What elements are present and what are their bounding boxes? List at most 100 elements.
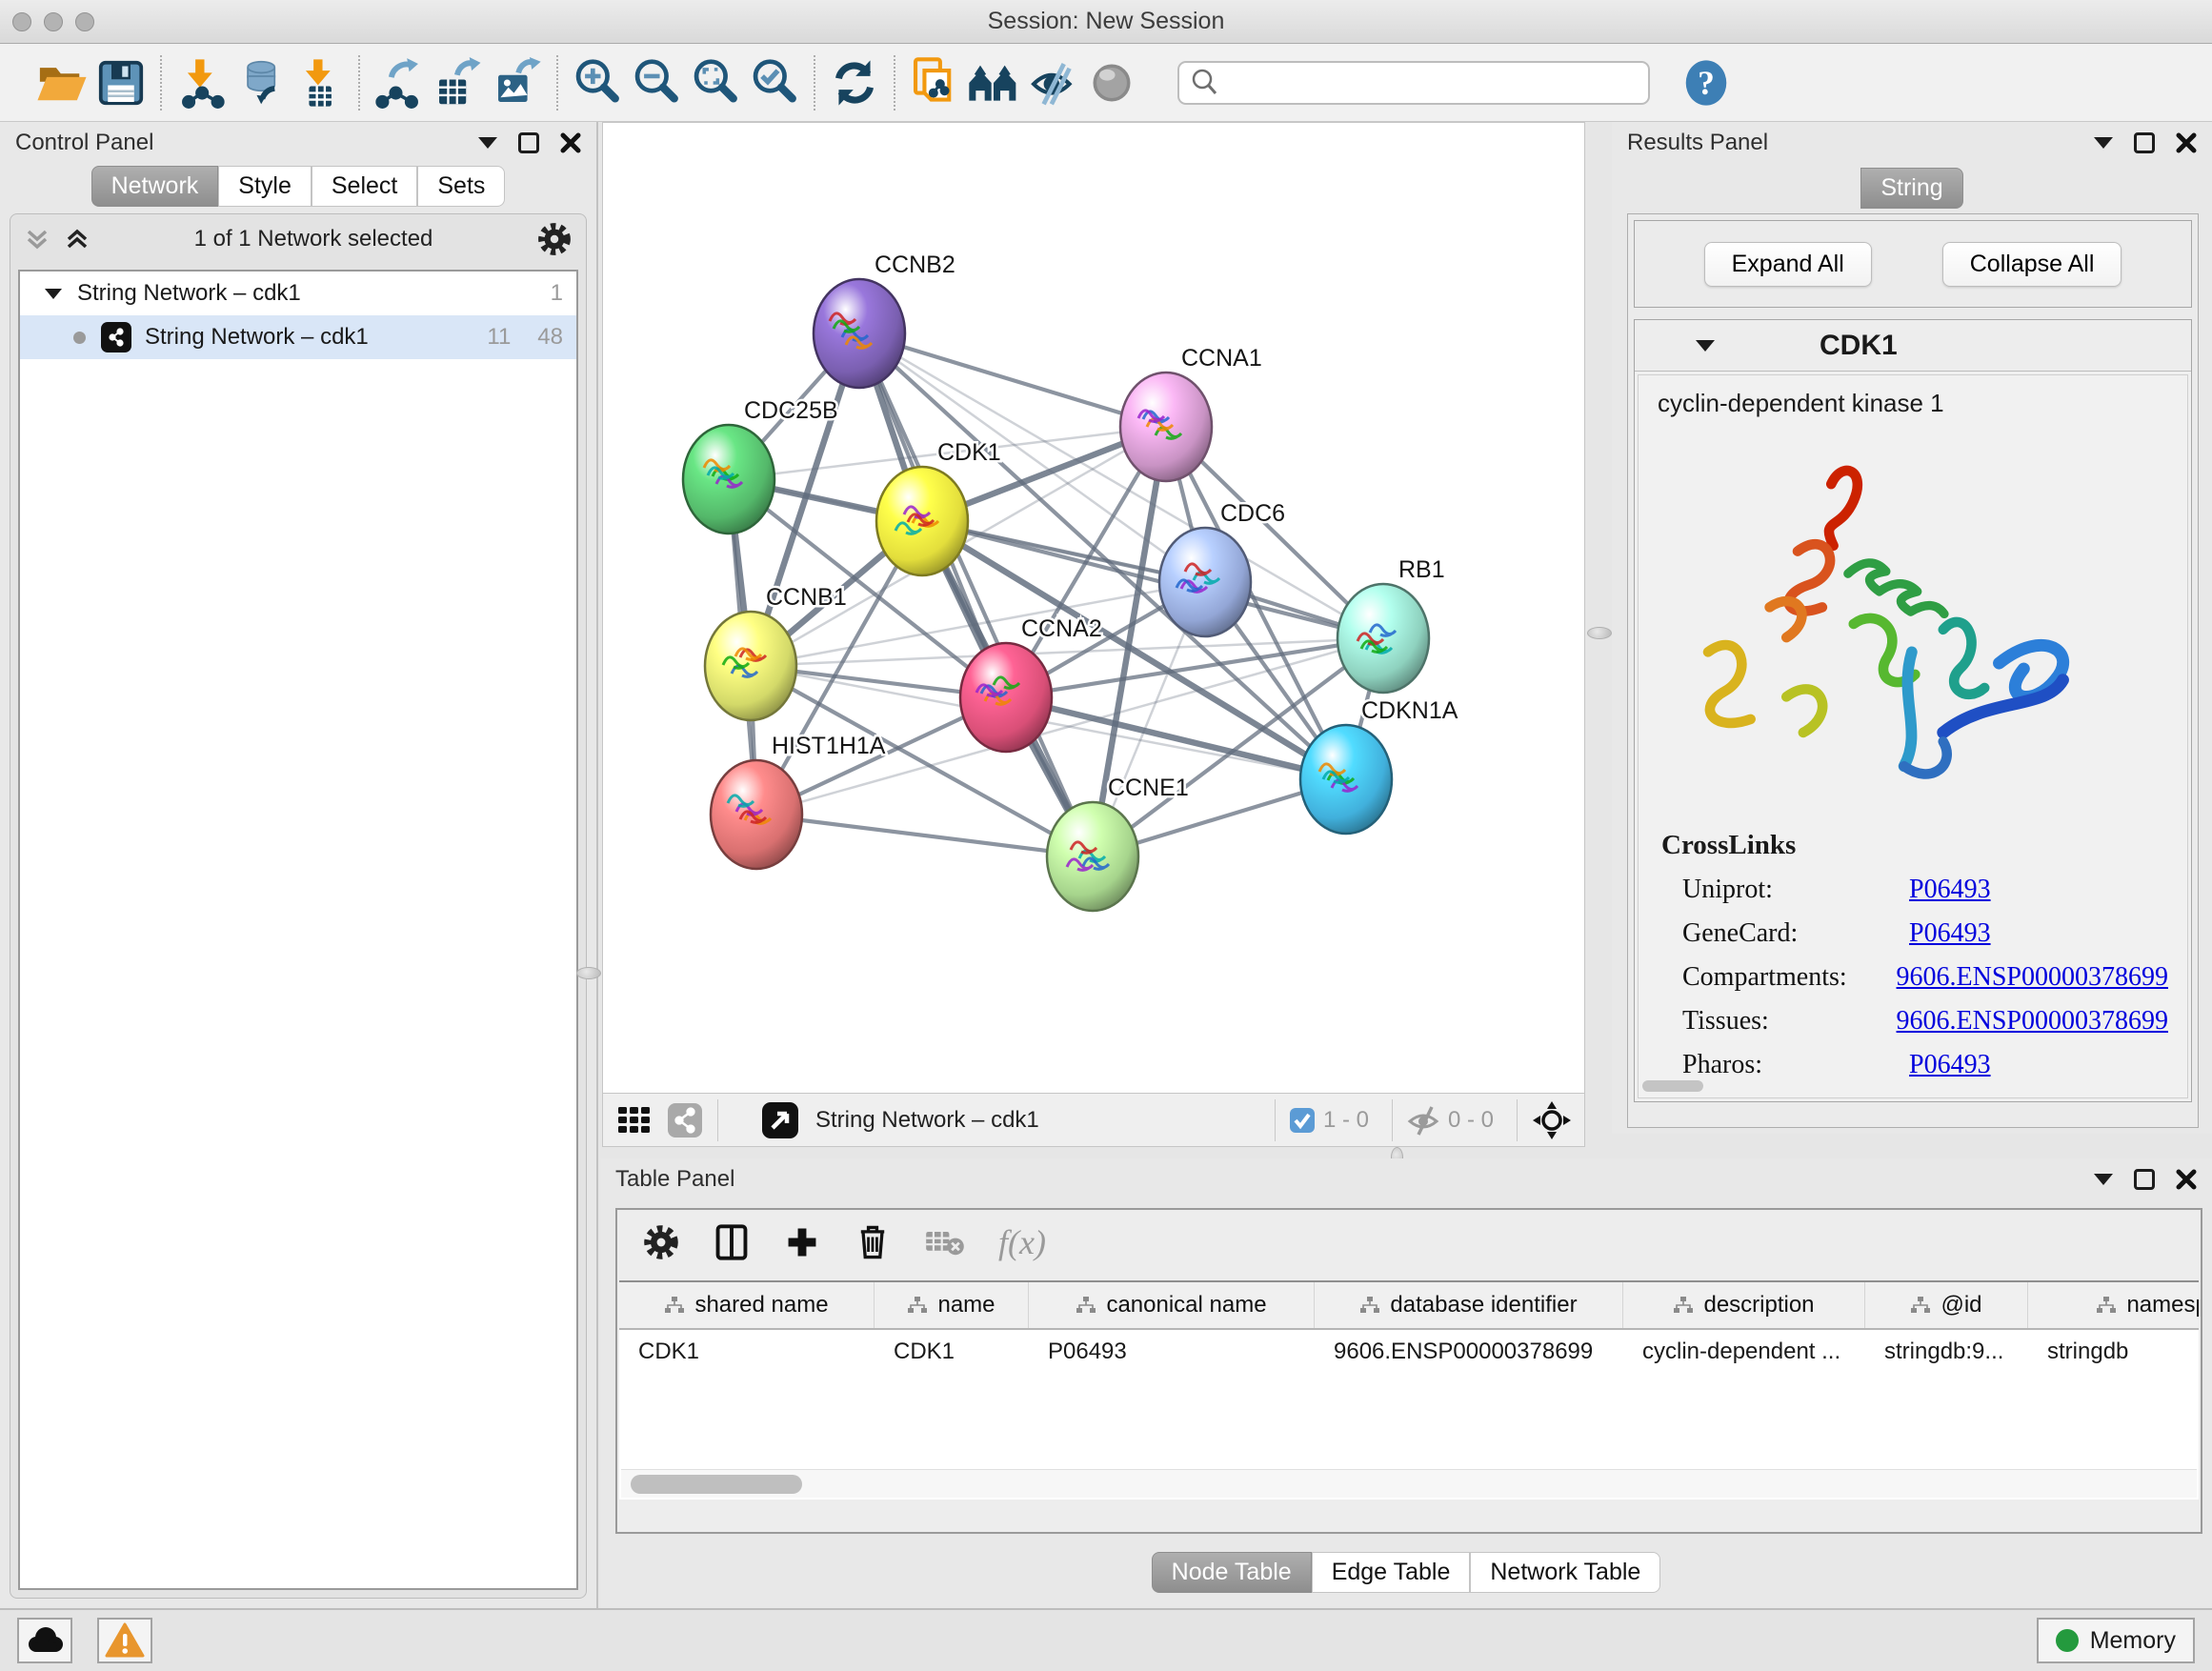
scrollbar-thumb[interactable]	[631, 1475, 802, 1494]
open-session-button[interactable]	[32, 53, 91, 112]
edge-HIST1H1A-CCNE1[interactable]	[756, 815, 1093, 856]
close-panel-icon[interactable]	[2176, 1169, 2197, 1190]
help-button[interactable]: ?	[1677, 53, 1736, 112]
share-view-icon[interactable]	[666, 1101, 704, 1139]
entry-expand-icon[interactable]	[1696, 340, 1715, 352]
grid-view-icon[interactable]	[614, 1101, 653, 1139]
warning-button[interactable]	[97, 1618, 152, 1663]
table-cell[interactable]: 9606.ENSP00000378699	[1315, 1339, 1623, 1365]
tab-network[interactable]: Network	[91, 166, 219, 207]
toolbar-separator	[556, 55, 558, 111]
table-cell[interactable]: stringdb:9...	[1865, 1339, 2028, 1365]
splitter-handle-left[interactable]	[576, 967, 601, 979]
column-header-shared-name[interactable]: shared name	[619, 1282, 875, 1328]
network-canvas[interactable]: CCNB2CCNA1CDC25BCDK1CDC6RB1CCNB1CCNA2CDK…	[602, 122, 1585, 1094]
network-collection-row[interactable]: String Network – cdk1 1	[20, 272, 576, 315]
tab-edge-table[interactable]: Edge Table	[1312, 1552, 1471, 1593]
column-header-namespace[interactable]: namespace	[2028, 1282, 2199, 1328]
export-image-button[interactable]	[488, 53, 547, 112]
tab-network-table[interactable]: Network Table	[1470, 1552, 1660, 1593]
birdseye-icon[interactable]	[760, 1100, 800, 1140]
refresh-button[interactable]	[825, 53, 884, 112]
import-database-button[interactable]	[231, 53, 290, 112]
splitter-handle-right[interactable]	[1587, 627, 1612, 639]
column-header--id[interactable]: @id	[1865, 1282, 2028, 1328]
zoom-fit-button[interactable]	[686, 53, 745, 112]
tab-select[interactable]: Select	[312, 166, 417, 207]
table-cell[interactable]: CDK1	[875, 1339, 1029, 1365]
table-hscrollbar[interactable]	[621, 1469, 2197, 1498]
column-header-description[interactable]: description	[1623, 1282, 1865, 1328]
memory-button[interactable]: Memory	[2037, 1618, 2195, 1663]
close-panel-icon[interactable]	[560, 132, 581, 153]
collapse-all-icon[interactable]	[24, 226, 50, 252]
add-column-icon[interactable]	[783, 1223, 821, 1261]
float-panel-icon[interactable]	[518, 132, 539, 153]
node-entry-header[interactable]: CDK1	[1635, 320, 2191, 372]
tab-style[interactable]: Style	[218, 166, 312, 207]
column-header-name[interactable]: name	[875, 1282, 1029, 1328]
crosslink-link[interactable]: P06493	[1909, 875, 1991, 905]
show-all-button[interactable]	[1082, 53, 1141, 112]
tab-sets[interactable]: Sets	[417, 166, 505, 207]
node-RB1[interactable]	[1337, 584, 1429, 693]
search-field[interactable]	[1177, 61, 1650, 105]
import-table-button[interactable]	[290, 53, 349, 112]
clone-network-button[interactable]	[905, 53, 964, 112]
hide-selected-button[interactable]	[1023, 53, 1082, 112]
panel-menu-icon[interactable]	[2094, 137, 2113, 149]
network-graph[interactable]: CCNB2CCNA1CDC25BCDK1CDC6RB1CCNB1CCNA2CDK…	[603, 123, 1584, 1093]
import-network-button[interactable]	[171, 53, 231, 112]
node-CCNA2[interactable]	[960, 643, 1052, 752]
network-row[interactable]: String Network – cdk1 11 48	[20, 315, 576, 359]
delete-column-icon[interactable]	[854, 1223, 892, 1261]
gear-icon[interactable]	[642, 1223, 680, 1261]
crosslink-link[interactable]: 9606.ENSP00000378699	[1897, 962, 2168, 993]
table-cell[interactable]: stringdb	[2028, 1339, 2199, 1365]
crosslink-link[interactable]: P06493	[1909, 1050, 1991, 1080]
collapse-all-button[interactable]: Collapse All	[1942, 242, 2122, 287]
expand-all-button[interactable]: Expand All	[1704, 242, 1872, 287]
crosshair-icon[interactable]	[1531, 1099, 1573, 1141]
panel-menu-icon[interactable]	[478, 137, 497, 149]
column-header-database-identifier[interactable]: database identifier	[1315, 1282, 1623, 1328]
panel-menu-icon[interactable]	[2094, 1174, 2113, 1185]
table-row[interactable]: CDK1CDK1P064939606.ENSP00000378699cyclin…	[619, 1330, 2199, 1374]
close-panel-icon[interactable]	[2176, 132, 2197, 153]
node-table[interactable]: shared namenamecanonical namedatabase id…	[619, 1280, 2199, 1500]
edge-CCNB2-CCNE1[interactable]	[859, 333, 1093, 856]
zoom-out-button[interactable]	[627, 53, 686, 112]
checkbox-icon[interactable]	[1289, 1107, 1316, 1134]
gear-icon[interactable]	[536, 221, 573, 257]
node-CCNB1[interactable]	[705, 612, 796, 720]
table-cell[interactable]: P06493	[1029, 1339, 1315, 1365]
neighbors-button[interactable]	[964, 53, 1023, 112]
collection-expand-icon[interactable]	[45, 289, 62, 299]
results-scrollbar[interactable]	[1642, 1080, 1703, 1092]
collection-count: 1	[551, 280, 563, 307]
column-header-canonical-name[interactable]: canonical name	[1029, 1282, 1315, 1328]
crosslink-link[interactable]: 9606.ENSP00000378699	[1897, 1006, 2168, 1037]
export-table-button[interactable]	[429, 53, 488, 112]
table-cell[interactable]: cyclin-dependent ...	[1623, 1339, 1865, 1365]
tab-string[interactable]: String	[1860, 168, 1962, 209]
table-cell[interactable]: CDK1	[619, 1339, 875, 1365]
save-session-button[interactable]	[91, 53, 151, 112]
float-panel-icon[interactable]	[2134, 1169, 2155, 1190]
node-CCNB2[interactable]	[814, 279, 905, 388]
cloud-button[interactable]	[17, 1618, 72, 1663]
zoom-in-button[interactable]	[568, 53, 627, 112]
fx-icon[interactable]: f(x)	[998, 1222, 1046, 1262]
zoom-selected-button[interactable]	[745, 53, 804, 112]
columns-icon[interactable]	[713, 1223, 751, 1261]
edge-CCNB2-CCNA1[interactable]	[859, 333, 1166, 427]
search-input[interactable]	[1221, 70, 1621, 96]
crosslink-link[interactable]: P06493	[1909, 918, 1991, 949]
float-panel-icon[interactable]	[2134, 132, 2155, 153]
export-network-button[interactable]	[370, 53, 429, 112]
hidden-eye-icon[interactable]	[1406, 1103, 1440, 1137]
collection-label: String Network – cdk1	[77, 280, 301, 307]
tab-node-table[interactable]: Node Table	[1152, 1552, 1312, 1593]
expand-all-icon[interactable]	[64, 226, 90, 252]
clear-table-icon[interactable]	[924, 1223, 966, 1261]
